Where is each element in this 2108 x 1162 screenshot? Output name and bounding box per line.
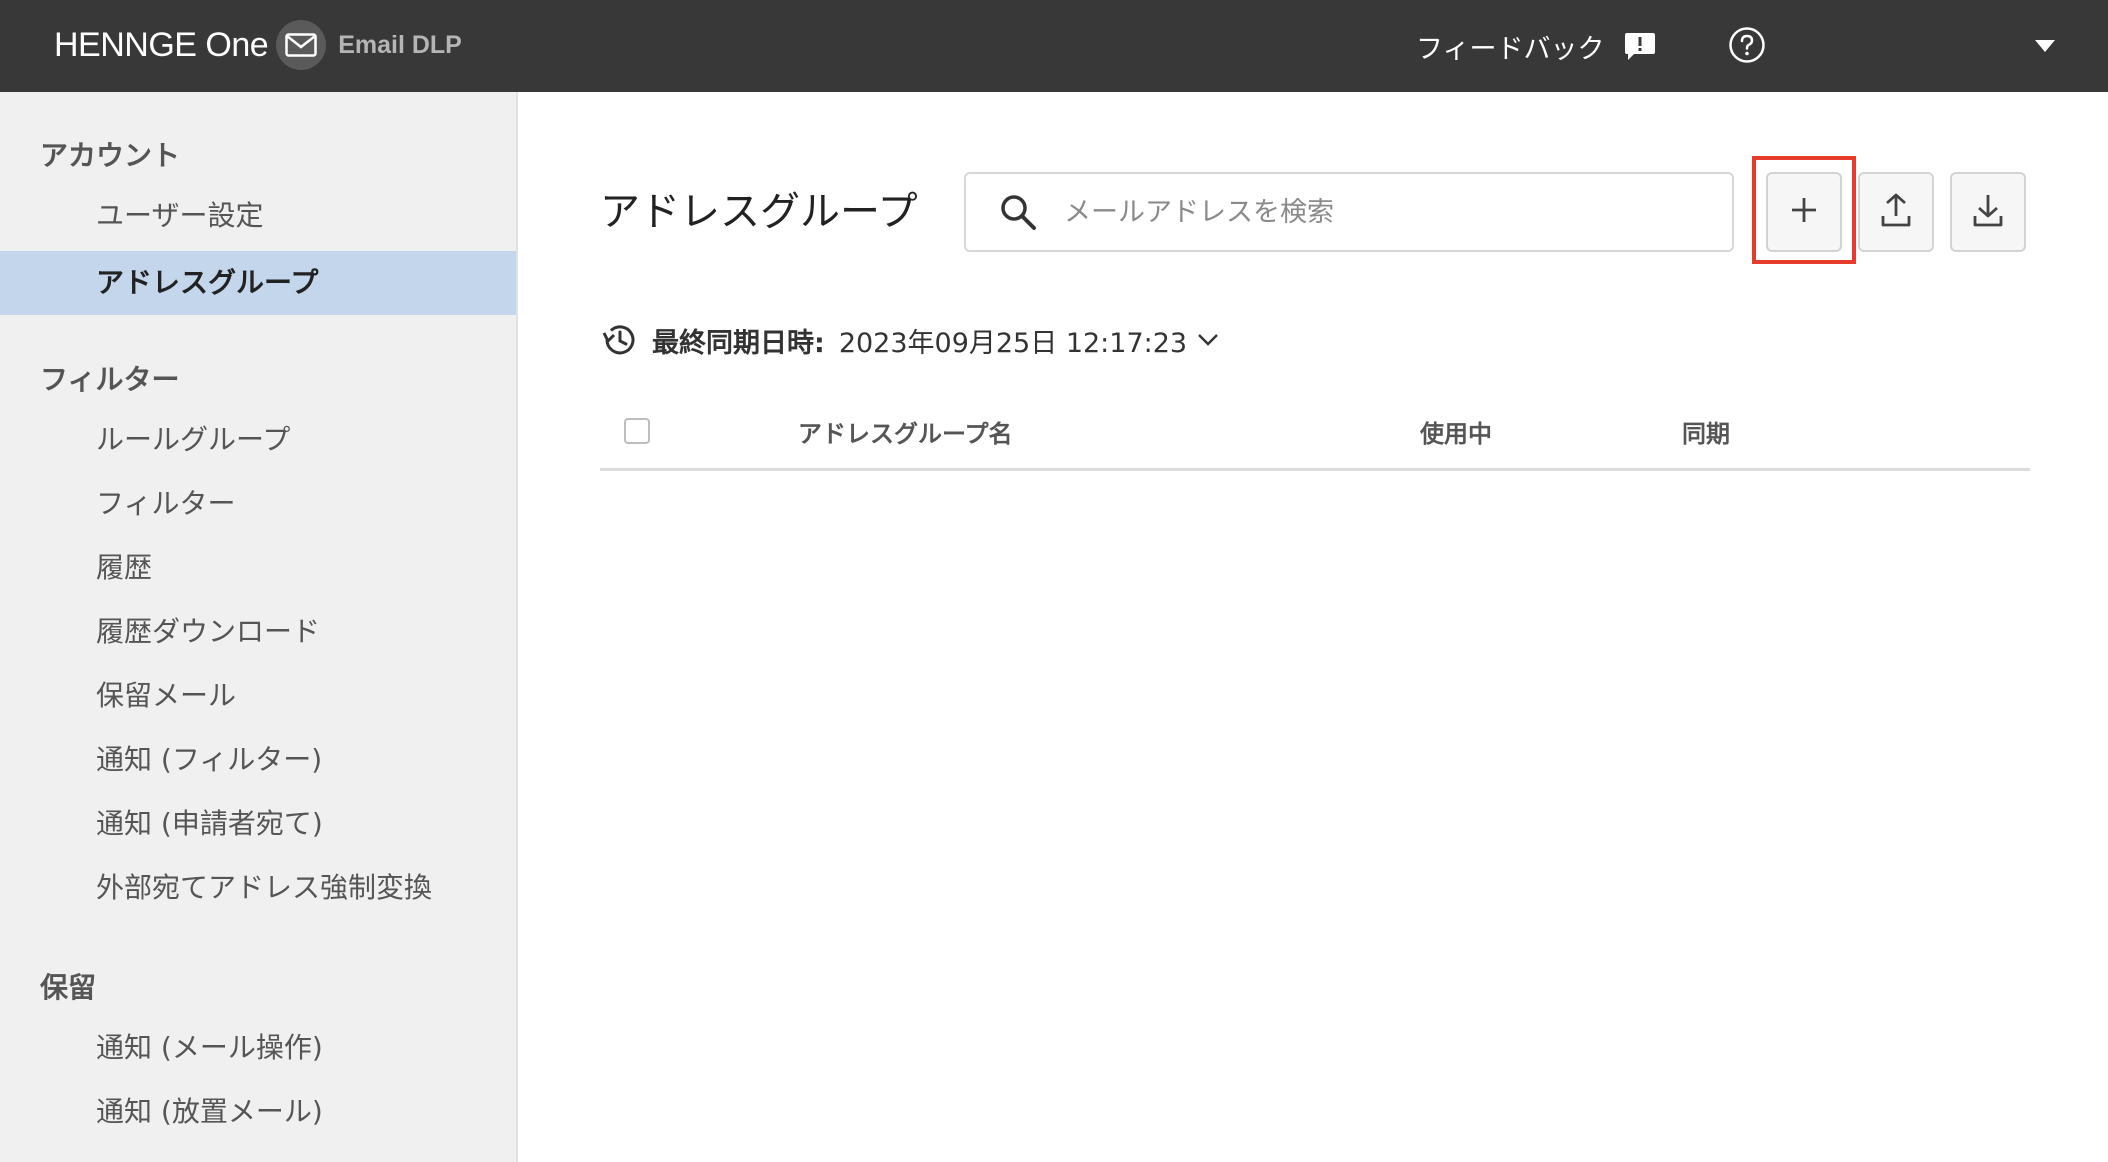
sidebar-section-filter: フィルター <box>40 363 180 396</box>
table-header: アドレスグループ名 使用中 同期 <box>600 408 2030 471</box>
highlight-box <box>1752 156 1856 264</box>
download-button[interactable] <box>1950 172 2026 252</box>
sidebar-item-notify-mail-operation[interactable]: 通知 (メール操作) <box>0 1016 516 1080</box>
sidebar-item-address-group[interactable]: アドレスグループ <box>0 251 516 315</box>
upload-icon <box>1880 192 1912 232</box>
sidebar-item-held-mail[interactable]: 保留メール <box>0 664 516 728</box>
sidebar-item-notify-applicant[interactable]: 通知 (申請者宛て) <box>0 792 516 856</box>
sidebar-item-external-address-convert[interactable]: 外部宛てアドレス強制変換 <box>0 856 516 920</box>
download-icon <box>1972 192 2004 232</box>
upload-button[interactable] <box>1858 172 1934 252</box>
mail-icon <box>276 20 327 70</box>
sidebar-section-hold: 保留 <box>40 971 97 1004</box>
last-sync-row: 最終同期日時: 2023年09月25日 12:17:23 <box>600 318 1221 362</box>
feedback-label: フィードバック <box>1416 33 1605 65</box>
column-address-group-name[interactable]: アドレスグループ名 <box>798 414 1013 449</box>
feedback-icon <box>1624 30 1656 62</box>
select-all-checkbox[interactable] <box>624 418 650 444</box>
help-icon[interactable] <box>1728 26 1766 64</box>
history-icon <box>600 320 640 360</box>
sidebar: アカウント ユーザー設定 アドレスグループ フィルター ルールグループ フィルタ… <box>0 92 518 1162</box>
page-title: アドレスグループ <box>600 189 918 235</box>
search-icon <box>996 190 1040 234</box>
feedback-button[interactable]: フィードバック <box>1416 22 1656 70</box>
sidebar-item-filter[interactable]: フィルター <box>0 472 516 536</box>
sidebar-item-history[interactable]: 履歴 <box>0 536 516 600</box>
sidebar-item-rule-group[interactable]: ルールグループ <box>0 408 516 472</box>
chevron-down-icon[interactable] <box>2030 34 2060 58</box>
column-in-use[interactable]: 使用中 <box>1420 414 1492 449</box>
product-name: Email DLP <box>338 30 462 59</box>
last-sync-label: 最終同期日時: <box>652 327 825 359</box>
sidebar-section-account: アカウント <box>40 139 181 172</box>
brand-logo[interactable]: HENNGE One Email DLP <box>54 20 462 70</box>
chevron-down-icon[interactable] <box>1195 327 1221 353</box>
sidebar-item-notify-filter[interactable]: 通知 (フィルター) <box>0 728 516 792</box>
brand-name: HENNGE One <box>54 25 269 64</box>
last-sync-value: 2023年09月25日 12:17:23 <box>838 327 1188 359</box>
sidebar-item-notify-idle-mail[interactable]: 通知 (放置メール) <box>0 1080 516 1144</box>
column-sync[interactable]: 同期 <box>1682 414 1730 449</box>
sidebar-item-user-settings[interactable]: ユーザー設定 <box>0 184 516 248</box>
search-box[interactable] <box>964 172 1734 252</box>
sidebar-item-history-download[interactable]: 履歴ダウンロード <box>0 600 516 664</box>
top-bar: HENNGE One Email DLP フィードバック <box>0 0 2108 92</box>
search-input[interactable] <box>1062 195 1706 229</box>
